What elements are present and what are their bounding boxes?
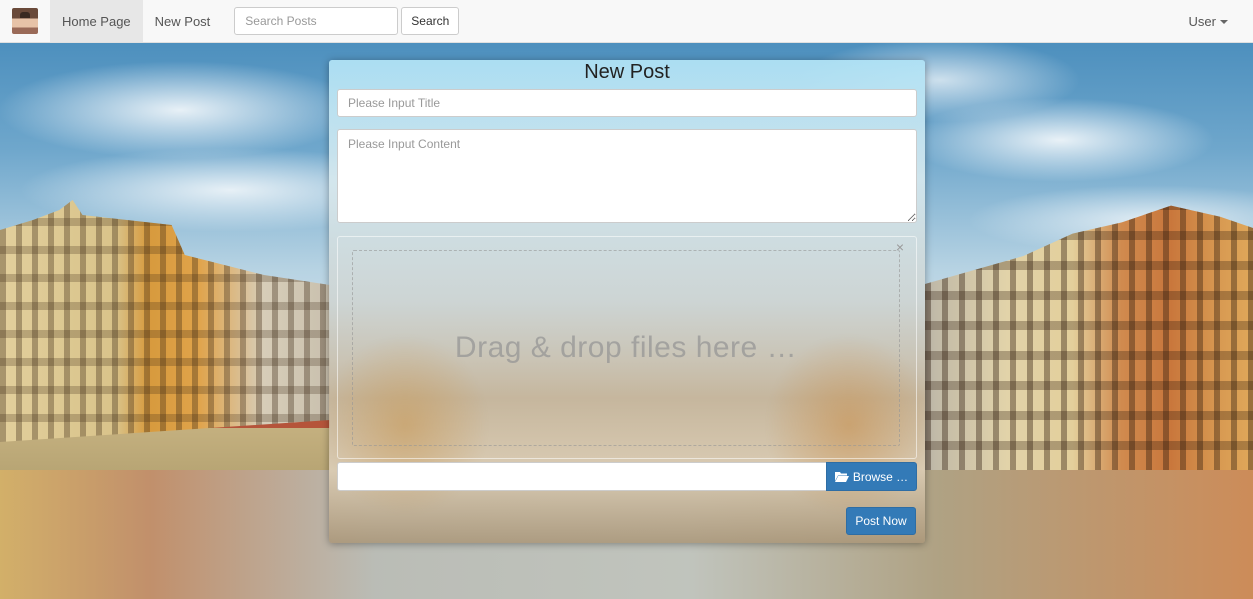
file-caption-field[interactable] bbox=[337, 462, 826, 491]
search-input[interactable] bbox=[234, 7, 399, 35]
user-menu-dropdown[interactable]: User bbox=[1189, 14, 1228, 29]
new-post-panel: New Post × Drag & drop files here … Brow… bbox=[329, 60, 925, 543]
nav-home-link[interactable]: Home Page bbox=[50, 0, 143, 42]
avatar bbox=[12, 8, 38, 34]
post-now-button[interactable]: Post Now bbox=[846, 507, 916, 535]
top-navbar: Home Page New Post Search User bbox=[0, 0, 1253, 43]
search-form: Search bbox=[234, 7, 460, 35]
caret-down-icon bbox=[1220, 20, 1228, 24]
browse-button-label: Browse … bbox=[852, 469, 909, 484]
user-menu-label: User bbox=[1188, 13, 1216, 29]
post-content-textarea[interactable] bbox=[337, 129, 917, 223]
dropzone-text: Drag & drop files here … bbox=[454, 331, 798, 364]
brand-logo[interactable] bbox=[0, 0, 50, 42]
browse-button[interactable]: Browse … bbox=[826, 462, 917, 491]
search-button[interactable]: Search bbox=[401, 7, 460, 35]
file-input-group: Browse … bbox=[337, 462, 917, 491]
folder-open-icon bbox=[834, 472, 849, 482]
post-title-input[interactable] bbox=[337, 89, 917, 117]
file-drop-area[interactable]: Drag & drop files here … bbox=[352, 250, 900, 446]
panel-title: New Post bbox=[584, 61, 670, 83]
nav-new-post-link[interactable]: New Post bbox=[143, 0, 223, 42]
file-dropzone[interactable]: × Drag & drop files here … bbox=[337, 236, 917, 459]
